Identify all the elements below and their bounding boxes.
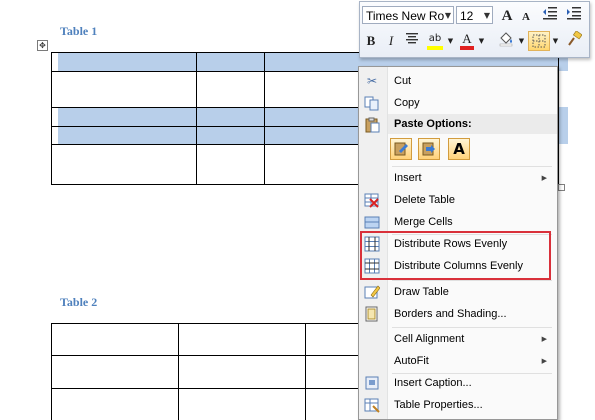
shading-bucket-icon[interactable] bbox=[496, 31, 516, 51]
table-resize-handle[interactable] bbox=[558, 184, 565, 191]
scissors-icon: ✂ bbox=[366, 74, 378, 88]
table2-border bbox=[305, 323, 306, 420]
delete-table-icon bbox=[364, 192, 380, 208]
menu-item-label: Merge Cells bbox=[394, 216, 453, 228]
borders-icon[interactable] bbox=[528, 31, 550, 51]
menu-item-borders-shading[interactable]: Borders and Shading... bbox=[359, 303, 557, 325]
menu-item-label: Insert bbox=[394, 172, 422, 184]
menu-item-label: AutoFit bbox=[394, 355, 429, 367]
chevron-down-icon[interactable]: ▼ bbox=[445, 7, 451, 25]
font-color-button[interactable]: A bbox=[457, 31, 477, 51]
menu-item-label: Insert Caption... bbox=[394, 377, 472, 389]
format-painter-icon[interactable] bbox=[564, 30, 584, 51]
menu-item-label: Cut bbox=[394, 75, 412, 87]
menu-item-paste-options: Paste Options: bbox=[388, 114, 557, 134]
decrease-indent-icon[interactable] bbox=[540, 6, 560, 26]
menu-item-autofit[interactable]: AutoFit ▶ bbox=[359, 350, 557, 372]
copy-icon bbox=[364, 95, 380, 111]
highlight-label: ab bbox=[428, 33, 442, 44]
annotation-highlight-box bbox=[360, 231, 551, 280]
table2-border bbox=[178, 323, 179, 420]
chevron-down-icon[interactable]: ▼ bbox=[551, 31, 560, 51]
center-align-icon[interactable] bbox=[402, 31, 422, 51]
menu-item-label: Table Properties... bbox=[394, 399, 483, 411]
paste-keep-text-only-button[interactable]: A bbox=[448, 138, 470, 160]
menu-item-delete-table[interactable]: Delete Table bbox=[359, 189, 557, 211]
menu-item-insert-caption[interactable]: Insert Caption... bbox=[359, 372, 557, 394]
menu-item-cell-alignment[interactable]: Cell Alignment ▶ bbox=[359, 328, 557, 350]
table1-border bbox=[264, 52, 265, 185]
table2-caption: Table 2 bbox=[60, 295, 98, 309]
menu-item-label: Borders and Shading... bbox=[394, 308, 507, 320]
table1-caption: Table 1 bbox=[60, 24, 98, 38]
shrink-font-button[interactable]: A bbox=[518, 7, 534, 27]
table1-border bbox=[196, 52, 197, 185]
merge-cells-icon bbox=[364, 214, 380, 230]
grow-font-button[interactable]: A bbox=[498, 6, 516, 26]
bold-button[interactable]: B bbox=[362, 31, 380, 51]
paste-merge-formatting-button[interactable] bbox=[418, 138, 440, 160]
table1-border bbox=[51, 52, 52, 185]
table-properties-icon bbox=[364, 397, 380, 413]
chevron-down-icon[interactable]: ▼ bbox=[477, 31, 486, 51]
paste-keep-source-formatting-button[interactable] bbox=[390, 138, 412, 160]
menu-item-label: Draw Table bbox=[394, 286, 449, 298]
font-name-combo[interactable]: Times New Roman ▼ bbox=[362, 6, 454, 24]
submenu-arrow-icon: ▶ bbox=[541, 174, 547, 182]
menu-item-cut[interactable]: ✂ Cut bbox=[359, 70, 557, 92]
clipboard-icon bbox=[364, 117, 380, 133]
table2-border bbox=[51, 323, 361, 324]
insert-caption-icon bbox=[364, 375, 380, 391]
increase-indent-icon[interactable] bbox=[564, 6, 584, 26]
table-move-handle-icon[interactable]: ✥ bbox=[37, 40, 48, 51]
highlight-button[interactable]: ab bbox=[424, 31, 446, 51]
submenu-arrow-icon: ▶ bbox=[541, 335, 547, 343]
menu-item-merge-cells[interactable]: Merge Cells bbox=[359, 211, 557, 233]
menu-item-copy[interactable]: Copy bbox=[359, 92, 557, 114]
chevron-down-icon[interactable]: ▼ bbox=[517, 31, 526, 51]
font-size-combo[interactable]: 12 ▼ bbox=[456, 6, 493, 24]
menu-item-insert[interactable]: Insert ▶ bbox=[359, 167, 557, 189]
menu-item-label: Cell Alignment bbox=[394, 333, 465, 345]
font-name-value: Times New Roman bbox=[366, 9, 444, 23]
submenu-arrow-icon: ▶ bbox=[541, 357, 547, 365]
table2-border bbox=[51, 355, 361, 356]
draw-table-pencil-icon bbox=[364, 284, 381, 300]
table2-border bbox=[51, 323, 52, 420]
menu-item-label: Delete Table bbox=[394, 194, 455, 206]
font-color-label: A bbox=[462, 31, 472, 46]
table2-border bbox=[51, 388, 361, 389]
font-size-value: 12 bbox=[460, 9, 474, 23]
italic-button[interactable]: I bbox=[382, 31, 400, 51]
chevron-down-icon[interactable]: ▼ bbox=[484, 7, 490, 25]
borders-shading-icon bbox=[364, 306, 380, 322]
menu-item-table-properties[interactable]: Table Properties... bbox=[359, 394, 557, 416]
table1-border bbox=[558, 52, 559, 185]
highlight-color-bar bbox=[427, 46, 443, 50]
menu-item-label: Paste Options: bbox=[394, 118, 472, 130]
mini-toolbar: Times New Roman ▼ 12 ▼ A A B I ab ▼ A ▼ … bbox=[359, 1, 590, 58]
menu-item-draw-table[interactable]: Draw Table bbox=[359, 281, 557, 303]
font-color-bar bbox=[460, 46, 474, 50]
chevron-down-icon[interactable]: ▼ bbox=[446, 31, 455, 51]
menu-item-label: Copy bbox=[394, 97, 420, 109]
